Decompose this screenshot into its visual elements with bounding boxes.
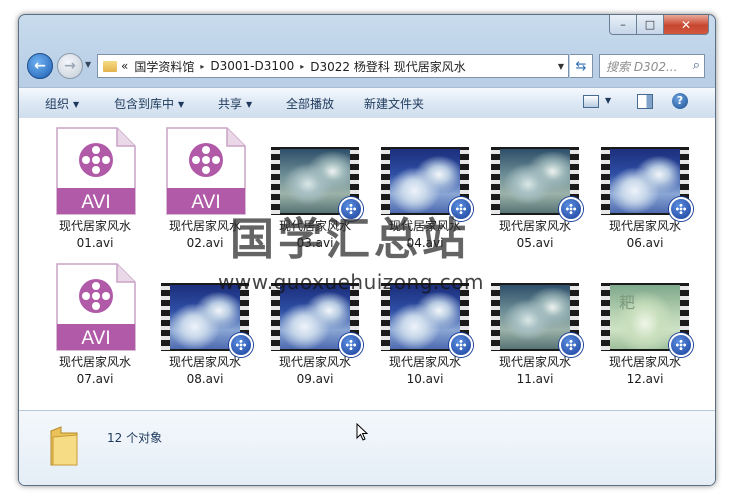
include-in-library-label: 包含到库中 [114,97,175,111]
avi-label: AVI [81,328,110,349]
film-strip-icon [491,147,500,215]
organize-menu[interactable]: 组织 ▼ [45,95,79,112]
minimize-button[interactable]: – [609,15,637,35]
file-name-line1: 现代居家风水 [278,355,351,369]
video-frame-text: 耙 [619,293,636,312]
recent-pages-dropdown[interactable]: ▼ [85,60,91,69]
watermark-title: 国学汇总站 [230,214,470,265]
close-button[interactable]: ✕ [664,15,709,35]
search-icon[interactable]: ⌕ [693,58,700,73]
file-name-line2: 06.avi [626,236,664,250]
organize-label: 组织 [45,97,70,111]
item-count: 12 个对象 [107,431,163,445]
file-name-line1: 现代居家风水 [608,219,681,233]
file-name: 现代居家风水 01.avi [41,218,149,252]
breadcrumb-item[interactable]: D3022 杨登科 现代居家风水 [310,58,465,75]
breadcrumb-item[interactable]: D3001-D3100 [210,59,294,73]
file-name-line1: 现代居家风水 [388,355,461,369]
include-in-library-menu[interactable]: 包含到库中 ▼ [114,95,184,112]
file-name: 现代居家风水 05.avi [481,218,589,252]
file-name: 现代居家风水 08.avi [151,354,259,388]
file-name: 现代居家风水 10.avi [371,354,479,388]
view-icon[interactable] [583,95,599,108]
file-item[interactable]: AVI 现代居家风水 07.avi [41,258,149,388]
video-thumbnail: 耙 [601,283,693,357]
forward-button[interactable]: → [57,53,83,79]
file-name-line2: 11.avi [516,372,554,386]
help-icon[interactable]: ? [672,93,688,109]
file-name-line2: 01.avi [76,236,114,250]
share-menu[interactable]: 共享 ▼ [218,95,252,112]
file-item[interactable]: AVI 现代居家风水 01.avi [41,122,149,252]
new-folder-button[interactable]: 新建文件夹 [364,95,424,112]
watermark-url: www.guoxuehuizong.com [218,270,484,294]
file-name: 现代居家风水 12.avi [591,354,699,388]
file-name-line1: 现代居家风水 [608,355,681,369]
file-name-line2: 10.avi [406,372,444,386]
file-name-line1: 现代居家风水 [498,219,571,233]
video-thumbnail [601,147,693,221]
command-toolbar: 组织 ▼ 包含到库中 ▼ 共享 ▼ 全部播放 新建文件夹 ▼ ? [19,87,715,119]
film-strip-icon [491,283,500,351]
video-thumbnail [491,147,583,221]
file-name-line2: 05.avi [516,236,554,250]
film-strip-icon [601,147,610,215]
file-name-line1: 现代居家风水 [168,355,241,369]
film-strip-icon [601,283,610,351]
file-name: 现代居家风水 06.avi [591,218,699,252]
avi-label: AVI [191,192,220,213]
details-pane: 12 个对象 [19,410,715,485]
refresh-button[interactable]: ⇆ [570,54,593,78]
breadcrumb-item[interactable]: 国学资料馆 [134,58,194,75]
file-name: 现代居家风水 07.avi [41,354,149,388]
share-label: 共享 [218,97,243,111]
chevron-down-icon: ▼ [246,100,253,109]
file-name-line1: 现代居家风水 [58,219,131,233]
file-name-line1: 现代居家风水 [58,355,131,369]
film-strip-icon [161,283,170,351]
chevron-down-icon: ▼ [178,100,185,109]
breadcrumb-separator-icon[interactable]: ▸ [200,62,204,71]
back-button[interactable]: ← [27,53,53,79]
mouse-cursor-icon [356,423,368,441]
file-name-line2: 07.avi [76,372,114,386]
refresh-icon: ⇆ [575,58,587,74]
avi-label: AVI [81,192,110,213]
search-placeholder: 搜索 D302... [606,59,678,74]
file-item[interactable]: 现代居家风水 05.avi [481,122,589,252]
folder-icon [50,426,78,466]
file-name: 现代居家风水 09.avi [261,354,369,388]
file-item[interactable]: 现代居家风水 11.avi [481,258,589,388]
avi-file-icon: AVI [56,263,136,351]
search-input[interactable]: 搜索 D302... ⌕ [599,54,705,78]
view-options-dropdown-icon[interactable]: ▼ [605,96,611,105]
address-overflow[interactable]: « [121,59,128,73]
address-dropdown-icon[interactable]: ▼ [558,62,564,71]
forward-arrow-icon: → [64,58,76,74]
folder-icon [103,60,117,72]
address-bar[interactable]: « 国学资料馆 ▸ D3001-D3100 ▸ D3022 杨登科 现代居家风水… [97,54,569,78]
file-name: 现代居家风水 11.avi [481,354,589,388]
caption-buttons: – □ ✕ [609,15,709,35]
file-item[interactable]: 耙 现代居家风水 12.avi [591,258,699,388]
navigation-bar: ← → ▼ « 国学资料馆 ▸ D3001-D3100 ▸ D3022 杨登科 … [19,49,715,83]
file-name-line2: 09.avi [296,372,334,386]
maximize-button[interactable]: □ [637,15,664,35]
file-name-line1: 现代居家风水 [498,355,571,369]
preview-pane-icon[interactable] [637,94,653,109]
file-name-line2: 12.avi [626,372,664,386]
video-thumbnail [491,283,583,357]
file-name-line2: 08.avi [186,372,224,386]
avi-file-icon: AVI [56,127,136,215]
chevron-down-icon: ▼ [73,100,80,109]
back-arrow-icon: ← [34,58,46,74]
file-item[interactable]: 现代居家风水 06.avi [591,122,699,252]
breadcrumb-separator-icon[interactable]: ▸ [300,62,304,71]
play-all-button[interactable]: 全部播放 [286,95,334,112]
